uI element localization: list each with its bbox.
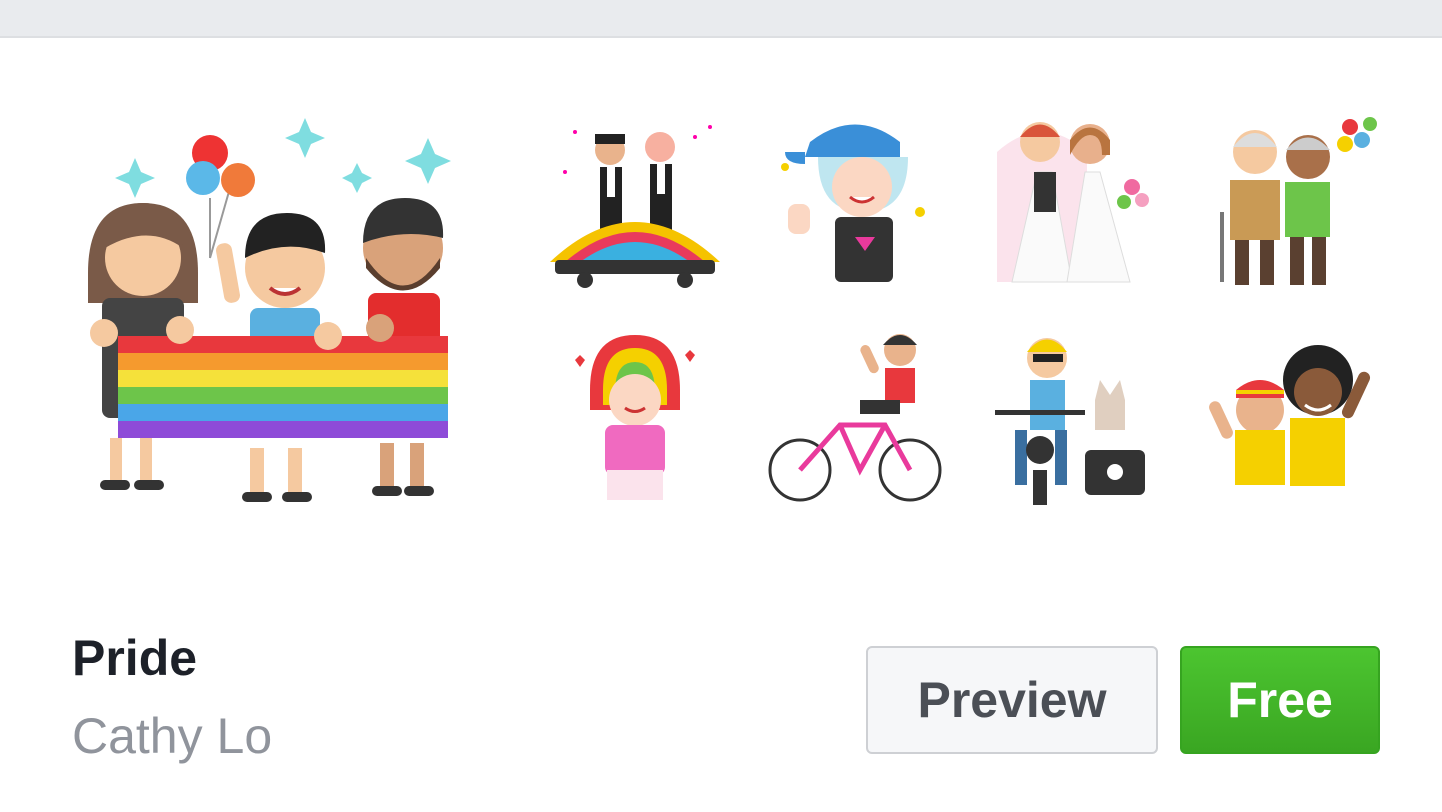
sticker-cyclist[interactable] (765, 330, 945, 510)
sticker-parade-float[interactable] (545, 112, 725, 292)
top-bar (0, 0, 1442, 38)
sticker-elderly-couple[interactable] (1200, 112, 1380, 292)
sticker-motorcycle-dog[interactable] (985, 330, 1165, 510)
preview-button[interactable]: Preview (866, 646, 1158, 754)
hero-sticker-image (60, 108, 480, 518)
pack-author: Cathy Lo (72, 708, 273, 764)
sticker-rainbow-hair-girl[interactable] (545, 330, 725, 510)
sticker-brides[interactable] (982, 112, 1162, 292)
sticker-cap-wave[interactable] (770, 112, 950, 292)
pack-title: Pride (72, 630, 198, 686)
sticker-friends-cheer[interactable] (1200, 330, 1380, 510)
free-button[interactable]: Free (1180, 646, 1380, 754)
